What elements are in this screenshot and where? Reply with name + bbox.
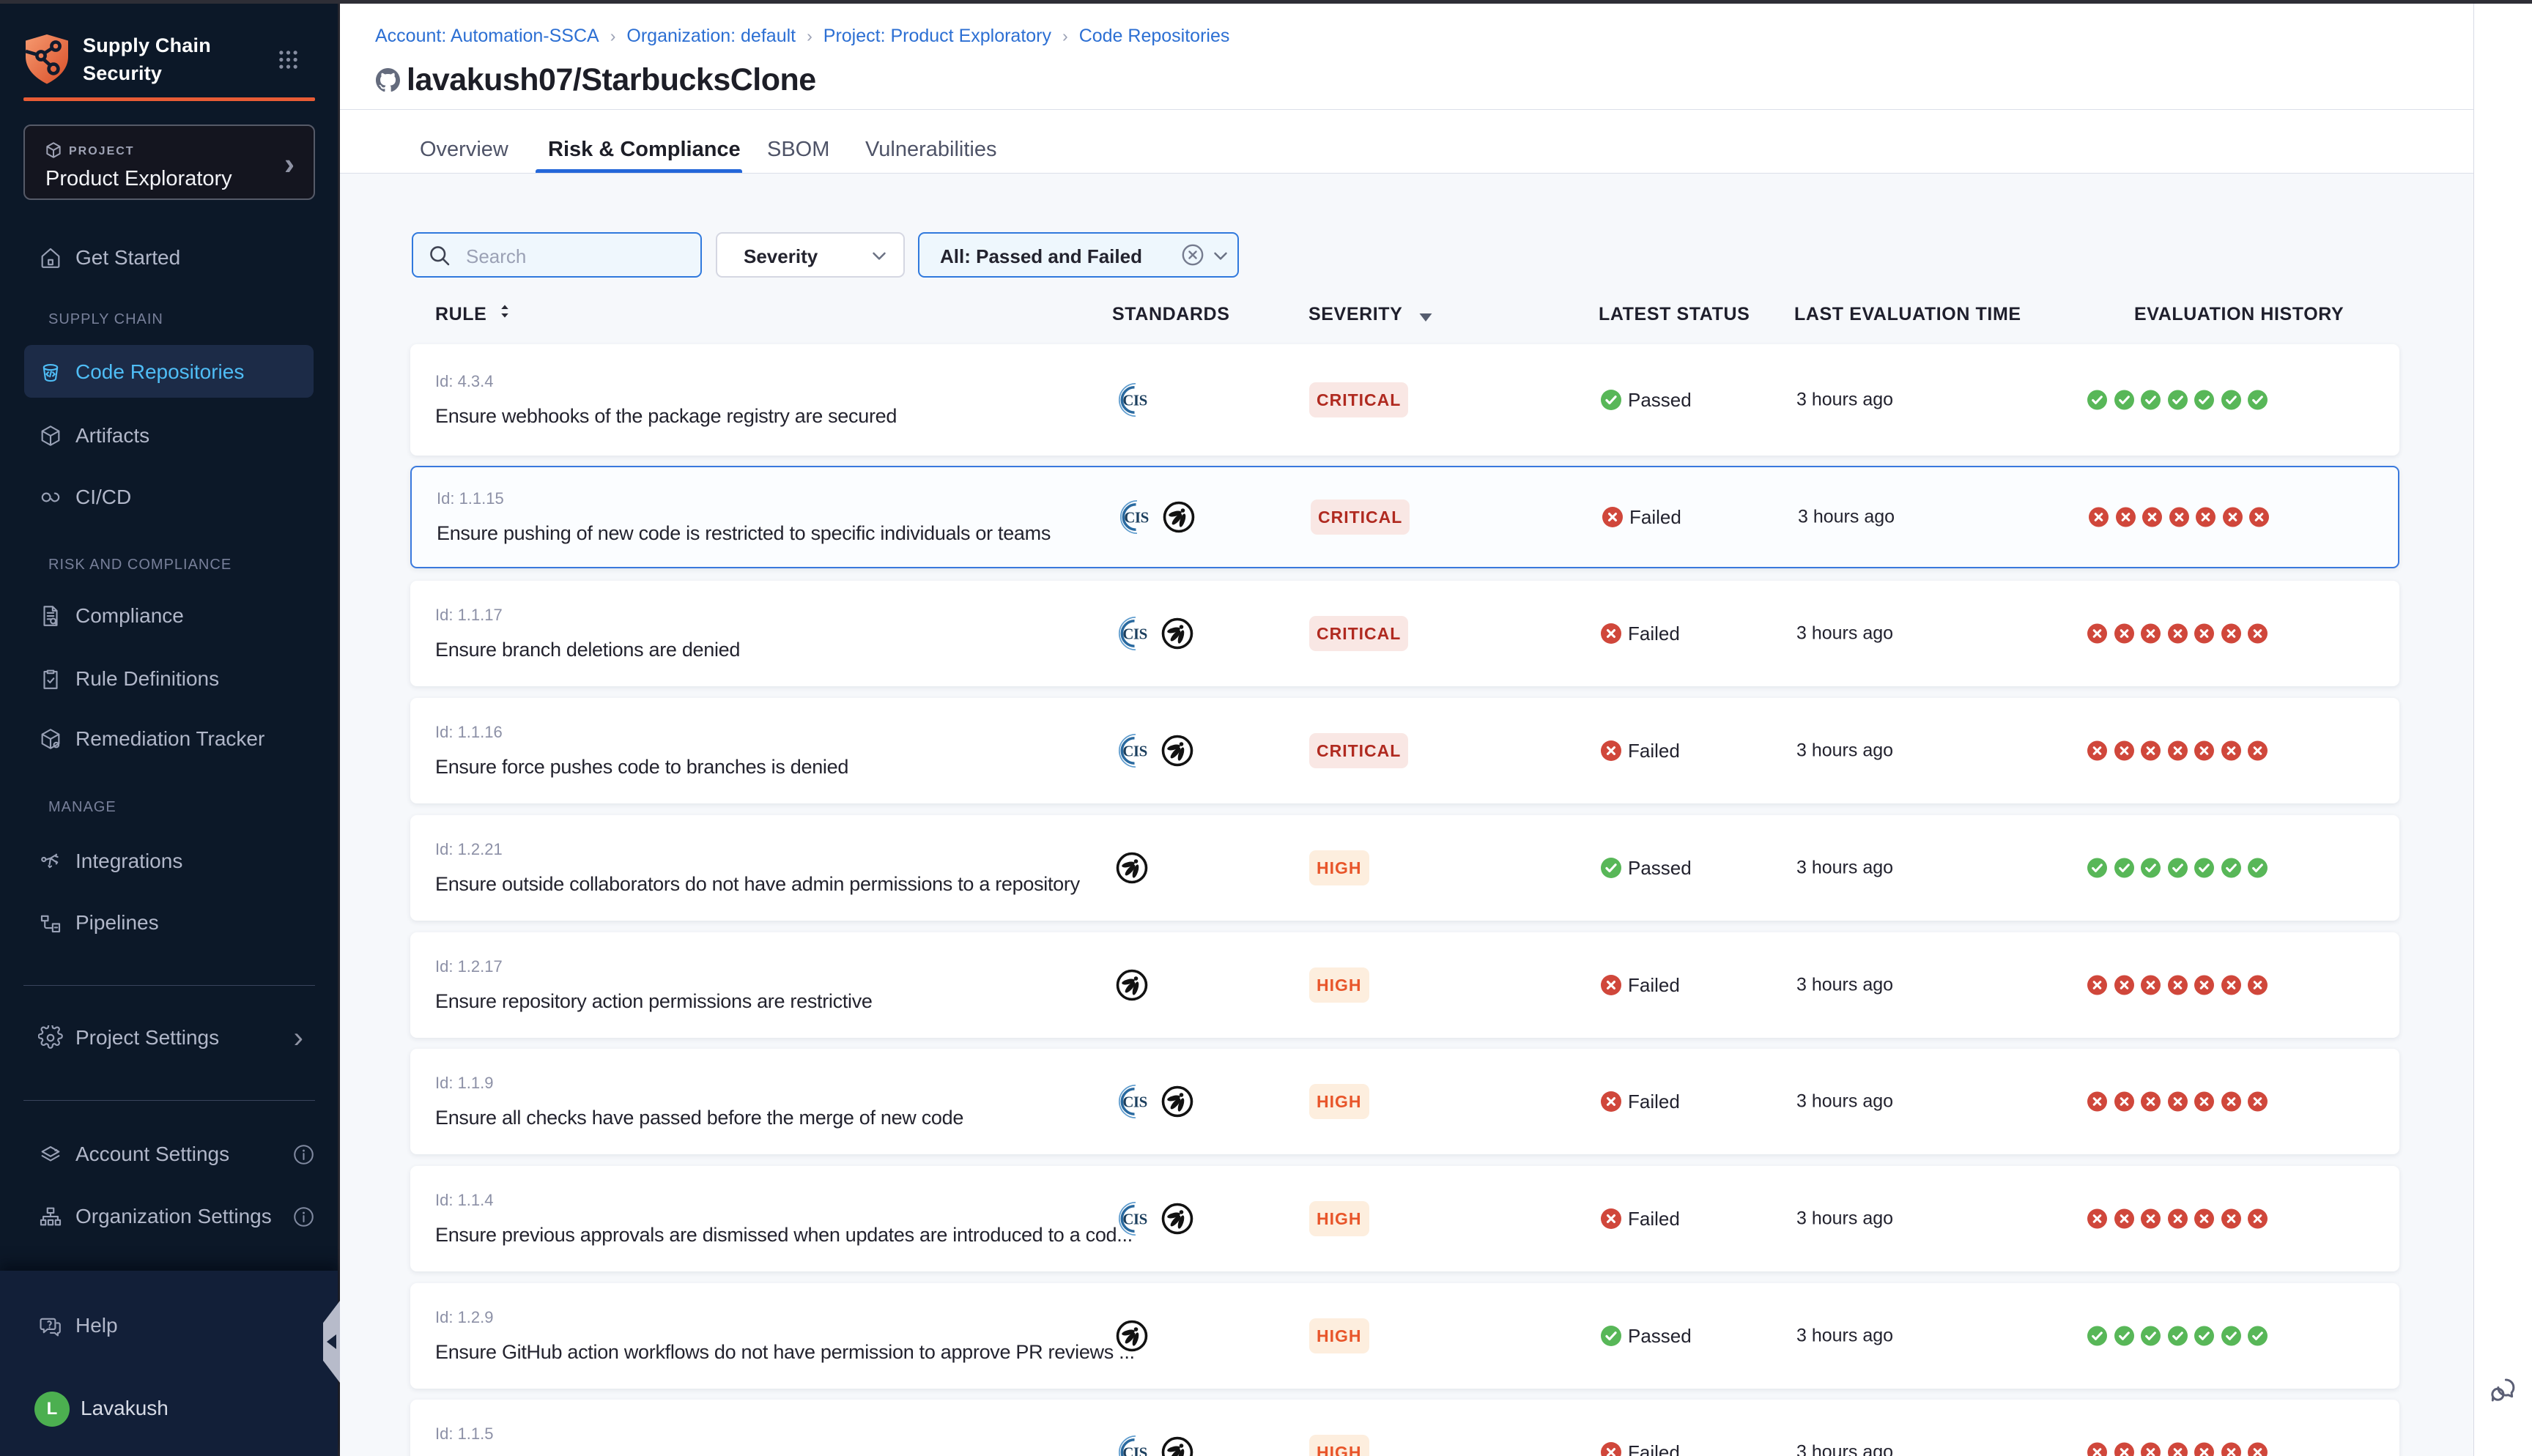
svg-text:CIS: CIS [1124,509,1149,527]
svg-text:CIS: CIS [1122,392,1147,409]
svg-text:CIS: CIS [1122,743,1147,760]
svg-text:CIS: CIS [1122,625,1147,643]
svg-text:CIS: CIS [1122,1093,1147,1111]
svg-text:CIS: CIS [1122,1444,1147,1456]
svg-text:CIS: CIS [1122,1211,1147,1228]
